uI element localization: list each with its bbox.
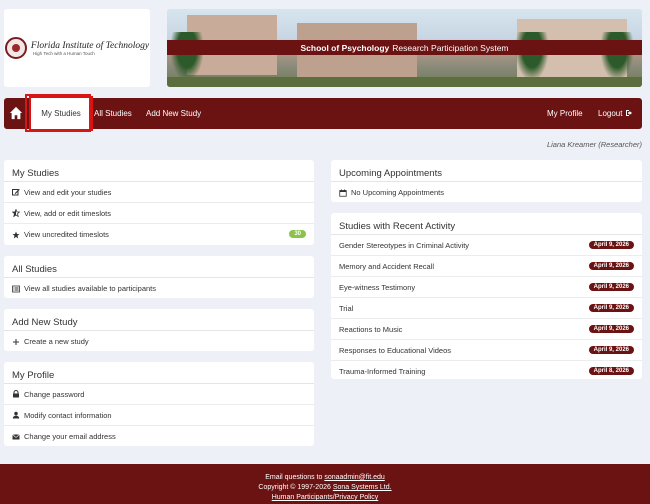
- panel-add-new-study: Add New Study Create a new study: [4, 309, 314, 351]
- footer-email-link[interactable]: sonaadmin@fit.edu: [324, 474, 384, 481]
- activity-date-badge: April 9, 2026: [588, 325, 634, 333]
- star-half-icon: [12, 209, 20, 217]
- recent-study-row[interactable]: Trauma-Informed Training April 8, 2026: [331, 361, 642, 382]
- lock-icon: [12, 390, 20, 398]
- link-timeslots[interactable]: View, add or edit timeslots: [4, 203, 314, 224]
- plus-icon: [12, 338, 20, 346]
- footer-copyright: Copyright © 1997-2026: [258, 484, 331, 491]
- envelope-icon: [12, 433, 20, 441]
- activity-date-badge: April 9, 2026: [588, 304, 634, 312]
- nav-add-new-study[interactable]: Add New Study: [146, 98, 201, 129]
- row-label: View all studies available to participan…: [24, 284, 157, 293]
- panel-title: My Profile: [4, 362, 314, 384]
- panel-recent-activity: Studies with Recent Activity Gender Ster…: [331, 213, 642, 379]
- activity-date-badge: April 9, 2026: [588, 346, 634, 354]
- panel-upcoming-appointments: Upcoming Appointments No Upcoming Appoin…: [331, 160, 642, 202]
- panel-title: Studies with Recent Activity: [331, 213, 642, 235]
- nav-logout[interactable]: Logout: [598, 98, 633, 129]
- footer-copyright-line: Copyright © 1997-2026 Sona Systems Ltd.: [0, 483, 650, 493]
- study-name: Gender Stereotypes in Criminal Activity: [339, 240, 470, 250]
- footer-policy-link[interactable]: Human Participants/Privacy Policy: [272, 494, 379, 501]
- row-label: Change password: [24, 389, 85, 399]
- banner-title: School of Psychology Research Participat…: [167, 40, 642, 55]
- recent-study-row[interactable]: Responses to Educational Videos April 9,…: [331, 340, 642, 361]
- sign-out-icon: [625, 109, 633, 119]
- nav-all-studies[interactable]: All Studies: [94, 98, 132, 129]
- study-name: Responses to Educational Videos: [339, 345, 452, 355]
- logo-tagline: High Tech with a Human Touch: [32, 50, 95, 56]
- page-footer: Email questions to sonaadmin@fit.edu Cop…: [0, 464, 650, 504]
- star-icon: [12, 231, 20, 239]
- row-label: View uncredited timeslots: [24, 230, 109, 239]
- panel-title: Upcoming Appointments: [331, 160, 642, 182]
- seal-icon: [4, 37, 27, 59]
- link-change-email[interactable]: Change your email address: [4, 426, 314, 447]
- study-name: Eye-witness Testimony: [339, 282, 416, 292]
- link-modify-contact[interactable]: Modify contact information: [4, 405, 314, 426]
- list-icon: [12, 285, 20, 293]
- link-view-all-studies[interactable]: View all studies available to participan…: [4, 278, 314, 299]
- footer-company-link[interactable]: Sona Systems Ltd.: [333, 484, 392, 491]
- row-label: Create a new study: [24, 337, 89, 346]
- link-create-new-study[interactable]: Create a new study: [4, 331, 314, 352]
- user-icon: [12, 411, 20, 419]
- recent-study-row[interactable]: Reactions to Music April 9, 2026: [331, 319, 642, 340]
- activity-date-badge: April 9, 2026: [588, 283, 634, 291]
- study-name: Trauma-Informed Training: [339, 367, 426, 376]
- panel-title: Add New Study: [4, 309, 314, 331]
- panel-my-profile: My Profile Change password Modify contac…: [4, 362, 314, 446]
- activity-date-badge: April 9, 2026: [588, 241, 634, 249]
- activity-date-badge: April 8, 2026: [588, 367, 634, 375]
- recent-study-row[interactable]: Eye-witness Testimony April 9, 2026: [331, 277, 642, 298]
- nav-my-profile[interactable]: My Profile: [547, 98, 583, 129]
- panel-title: My Studies: [4, 160, 314, 182]
- link-change-password[interactable]: Change password: [4, 384, 314, 405]
- recent-study-row[interactable]: Trial April 9, 2026: [331, 298, 642, 319]
- banner-school: School of Psychology: [300, 42, 390, 53]
- panel-my-studies: My Studies View and edit your studies Vi…: [4, 160, 314, 245]
- panel-all-studies: All Studies View all studies available t…: [4, 256, 314, 298]
- row-label: Change your email address: [24, 432, 116, 441]
- footer-email-line: Email questions to sonaadmin@fit.edu: [0, 473, 650, 483]
- edit-icon: [12, 188, 20, 196]
- link-view-edit-studies[interactable]: View and edit your studies: [4, 182, 314, 203]
- header-banner: School of Psychology Research Participat…: [167, 9, 642, 87]
- row-label: No Upcoming Appointments: [351, 188, 444, 197]
- institution-logo: Florida Institute of Technology High Tec…: [4, 9, 150, 87]
- home-icon[interactable]: [9, 106, 23, 120]
- row-label: View, add or edit timeslots: [24, 208, 111, 218]
- logo-name: Florida Institute of Technology: [30, 40, 150, 51]
- logout-label: Logout: [598, 109, 623, 118]
- row-label: Modify contact information: [24, 410, 112, 420]
- current-user: Liana Kreamer (Researcher): [546, 140, 642, 149]
- no-upcoming-appointments: No Upcoming Appointments: [331, 182, 642, 203]
- panel-title: All Studies: [4, 256, 314, 278]
- footer-email-prefix: Email questions to: [265, 474, 323, 481]
- study-name: Memory and Accident Recall: [339, 261, 435, 271]
- recent-study-row[interactable]: Gender Stereotypes in Criminal Activity …: [331, 235, 642, 256]
- main-navbar: My Studies All Studies Add New Study My …: [4, 96, 642, 131]
- row-label: View and edit your studies: [24, 187, 112, 197]
- calendar-icon: [339, 189, 347, 197]
- study-name: Trial: [339, 303, 354, 313]
- nav-my-studies[interactable]: My Studies: [29, 96, 93, 131]
- uncredited-count-badge: 30: [289, 230, 306, 238]
- recent-study-row[interactable]: Memory and Accident Recall April 9, 2026: [331, 256, 642, 277]
- banner-system: Research Participation System: [392, 42, 509, 53]
- activity-date-badge: April 9, 2026: [588, 262, 634, 270]
- study-name: Reactions to Music: [339, 324, 403, 334]
- link-uncredited-timeslots[interactable]: View uncredited timeslots 30: [4, 224, 314, 245]
